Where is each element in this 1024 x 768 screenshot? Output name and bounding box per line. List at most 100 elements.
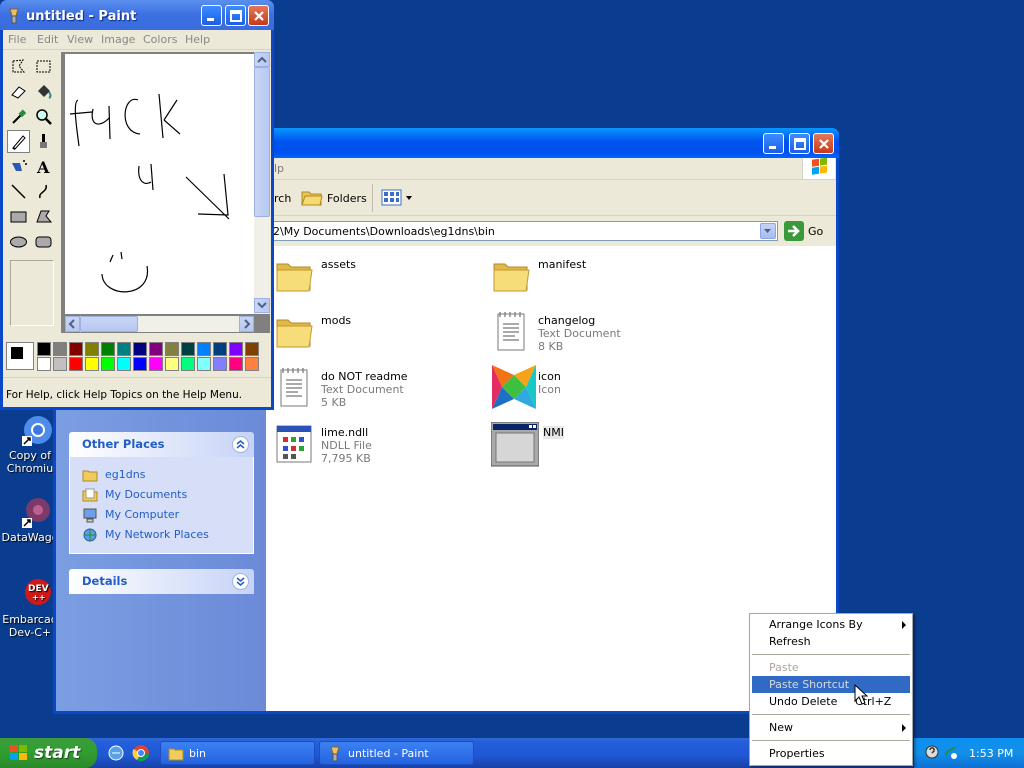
file-item-assets[interactable]: assets bbox=[274, 254, 474, 306]
taskbar-button-paint[interactable]: untitled - Paint bbox=[319, 741, 474, 765]
search-button-label[interactable]: rch bbox=[274, 192, 291, 205]
views-button[interactable] bbox=[380, 188, 416, 208]
menu-item-properties[interactable]: Properties bbox=[752, 745, 910, 762]
scroll-right-button[interactable] bbox=[239, 316, 254, 332]
menu-item-refresh[interactable]: Refresh bbox=[752, 633, 910, 650]
collapse-chevron-icon[interactable] bbox=[232, 436, 249, 453]
palette-color-swatch[interactable] bbox=[245, 342, 259, 356]
maximize-button[interactable] bbox=[789, 133, 810, 154]
brush-icon[interactable] bbox=[32, 130, 55, 153]
free-select-icon[interactable] bbox=[7, 55, 30, 78]
folders-icon[interactable] bbox=[300, 186, 324, 208]
scroll-thumb-horizontal[interactable] bbox=[80, 316, 138, 332]
ellipse-tool-icon[interactable] bbox=[7, 230, 30, 253]
chrome-quicklaunch-icon[interactable] bbox=[132, 744, 150, 762]
palette-color-swatch[interactable] bbox=[181, 357, 195, 371]
scroll-up-button[interactable] bbox=[254, 52, 270, 67]
desktop-icon-chromium[interactable]: Copy of Chromiu bbox=[0, 414, 60, 475]
palette-color-swatch[interactable] bbox=[133, 357, 147, 371]
address-dropdown-button[interactable] bbox=[760, 223, 776, 239]
palette-color-swatch[interactable] bbox=[85, 342, 99, 356]
palette-color-swatch[interactable] bbox=[165, 342, 179, 356]
eraser-icon[interactable] bbox=[7, 80, 30, 103]
tray-help-icon[interactable] bbox=[924, 744, 940, 760]
vertical-scrollbar[interactable] bbox=[254, 52, 270, 314]
file-item-nmi[interactable]: NMI bbox=[491, 422, 691, 474]
color-picker-icon[interactable] bbox=[7, 105, 30, 128]
fill-bucket-icon[interactable] bbox=[32, 80, 55, 103]
palette-color-swatch[interactable] bbox=[53, 342, 67, 356]
drawing-canvas[interactable] bbox=[65, 54, 254, 314]
scroll-down-button[interactable] bbox=[254, 298, 270, 313]
file-item-mods[interactable]: mods bbox=[274, 310, 474, 362]
menu-help[interactable]: Help bbox=[185, 33, 210, 46]
maximize-button[interactable] bbox=[225, 5, 246, 26]
palette-color-swatch[interactable] bbox=[197, 342, 211, 356]
palette-color-swatch[interactable] bbox=[37, 357, 51, 371]
go-arrow-icon[interactable] bbox=[784, 221, 804, 241]
palette-color-swatch[interactable] bbox=[69, 357, 83, 371]
close-button[interactable] bbox=[813, 133, 834, 154]
palette-color-swatch[interactable] bbox=[149, 342, 163, 356]
desktop-icon-datawago[interactable]: DataWago bbox=[0, 496, 60, 544]
palette-color-swatch[interactable] bbox=[53, 357, 67, 371]
paint-titlebar[interactable]: untitled - Paint bbox=[0, 0, 274, 30]
file-item-do-not-readme[interactable]: do NOT readme Text Document 5 KB bbox=[274, 366, 474, 418]
folders-button[interactable]: Folders bbox=[327, 192, 367, 205]
palette-color-swatch[interactable] bbox=[181, 342, 195, 356]
link-my-computer[interactable]: My Computer bbox=[82, 505, 253, 525]
show-desktop-icon[interactable] bbox=[107, 744, 125, 762]
menu-help[interactable]: lp bbox=[274, 162, 284, 175]
file-item-icon[interactable]: icon Icon bbox=[491, 365, 691, 418]
rect-select-icon[interactable] bbox=[32, 55, 55, 78]
palette-color-swatch[interactable] bbox=[165, 357, 179, 371]
menu-file[interactable]: File bbox=[8, 33, 26, 46]
palette-color-swatch[interactable] bbox=[117, 342, 131, 356]
palette-color-swatch[interactable] bbox=[197, 357, 211, 371]
palette-color-swatch[interactable] bbox=[37, 342, 51, 356]
link-my-network-places[interactable]: My Network Places bbox=[82, 525, 253, 545]
menu-colors[interactable]: Colors bbox=[143, 33, 177, 46]
scroll-thumb[interactable] bbox=[254, 67, 270, 217]
palette-color-swatch[interactable] bbox=[213, 342, 227, 356]
palette-color-swatch[interactable] bbox=[149, 357, 163, 371]
palette-color-swatch[interactable] bbox=[117, 357, 131, 371]
menu-item-arrange-icons[interactable]: Arrange Icons By bbox=[752, 616, 910, 633]
scroll-left-button[interactable] bbox=[65, 316, 80, 332]
palette-color-swatch[interactable] bbox=[133, 342, 147, 356]
palette-color-swatch[interactable] bbox=[245, 357, 259, 371]
minimize-button[interactable] bbox=[201, 5, 222, 26]
palette-color-swatch[interactable] bbox=[69, 342, 83, 356]
menu-item-paste-shortcut[interactable]: Paste Shortcut bbox=[752, 676, 910, 693]
rounded-rect-tool-icon[interactable] bbox=[32, 230, 55, 253]
minimize-button[interactable] bbox=[763, 133, 784, 154]
palette-color-swatch[interactable] bbox=[85, 357, 99, 371]
line-tool-icon[interactable] bbox=[7, 180, 30, 203]
go-button[interactable]: Go bbox=[808, 225, 823, 238]
text-tool-icon[interactable]: A bbox=[32, 155, 55, 178]
tool-options-box[interactable] bbox=[10, 260, 54, 326]
palette-color-swatch[interactable] bbox=[101, 357, 115, 371]
menu-item-undo-delete[interactable]: Undo Delete Ctrl+Z bbox=[752, 693, 910, 710]
current-colors-box[interactable] bbox=[6, 342, 34, 370]
menu-item-new[interactable]: New bbox=[752, 719, 910, 736]
palette-color-swatch[interactable] bbox=[213, 357, 227, 371]
palette-color-swatch[interactable] bbox=[229, 342, 243, 356]
details-header[interactable]: Details bbox=[69, 569, 254, 594]
palette-color-swatch[interactable] bbox=[101, 342, 115, 356]
magnifier-icon[interactable] bbox=[32, 105, 55, 128]
menu-edit[interactable]: Edit bbox=[37, 33, 58, 46]
menu-item-paste[interactable]: Paste bbox=[752, 659, 910, 676]
polygon-tool-icon[interactable] bbox=[32, 205, 55, 228]
file-item-changelog[interactable]: changelog Text Document 8 KB bbox=[491, 310, 691, 362]
file-item-lime-ndll[interactable]: lime.ndll NDLL File 7,795 KB bbox=[274, 422, 474, 474]
palette-color-swatch[interactable] bbox=[229, 357, 243, 371]
desktop-icon-devcpp[interactable]: DEV ++ Embarcad Dev-C+ bbox=[0, 578, 60, 639]
file-item-manifest[interactable]: manifest bbox=[491, 254, 691, 306]
pencil-icon[interactable] bbox=[7, 130, 30, 153]
address-input[interactable]: 2\My Documents\Downloads\eg1dns\bin bbox=[270, 221, 778, 241]
link-eg1dns[interactable]: eg1dns bbox=[82, 465, 253, 485]
link-my-documents[interactable]: My Documents bbox=[82, 485, 253, 505]
menu-image[interactable]: Image bbox=[101, 33, 135, 46]
other-places-header[interactable]: Other Places bbox=[69, 432, 254, 457]
